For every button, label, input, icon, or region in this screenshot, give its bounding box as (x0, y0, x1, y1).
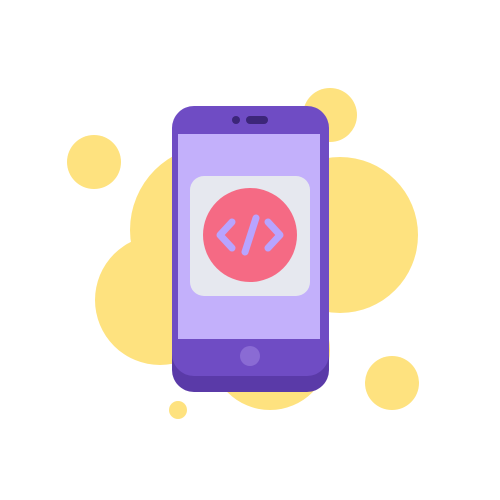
illustration-svg (67, 88, 419, 419)
speaker-grille (246, 116, 268, 124)
phone-code-illustration (0, 0, 500, 500)
blob-bottom-right (365, 356, 419, 410)
app-icon (190, 176, 310, 296)
home-button-icon (240, 346, 260, 366)
blob-top-left (67, 135, 121, 189)
blob-small-bottom-left (169, 401, 187, 419)
front-camera (232, 116, 240, 124)
